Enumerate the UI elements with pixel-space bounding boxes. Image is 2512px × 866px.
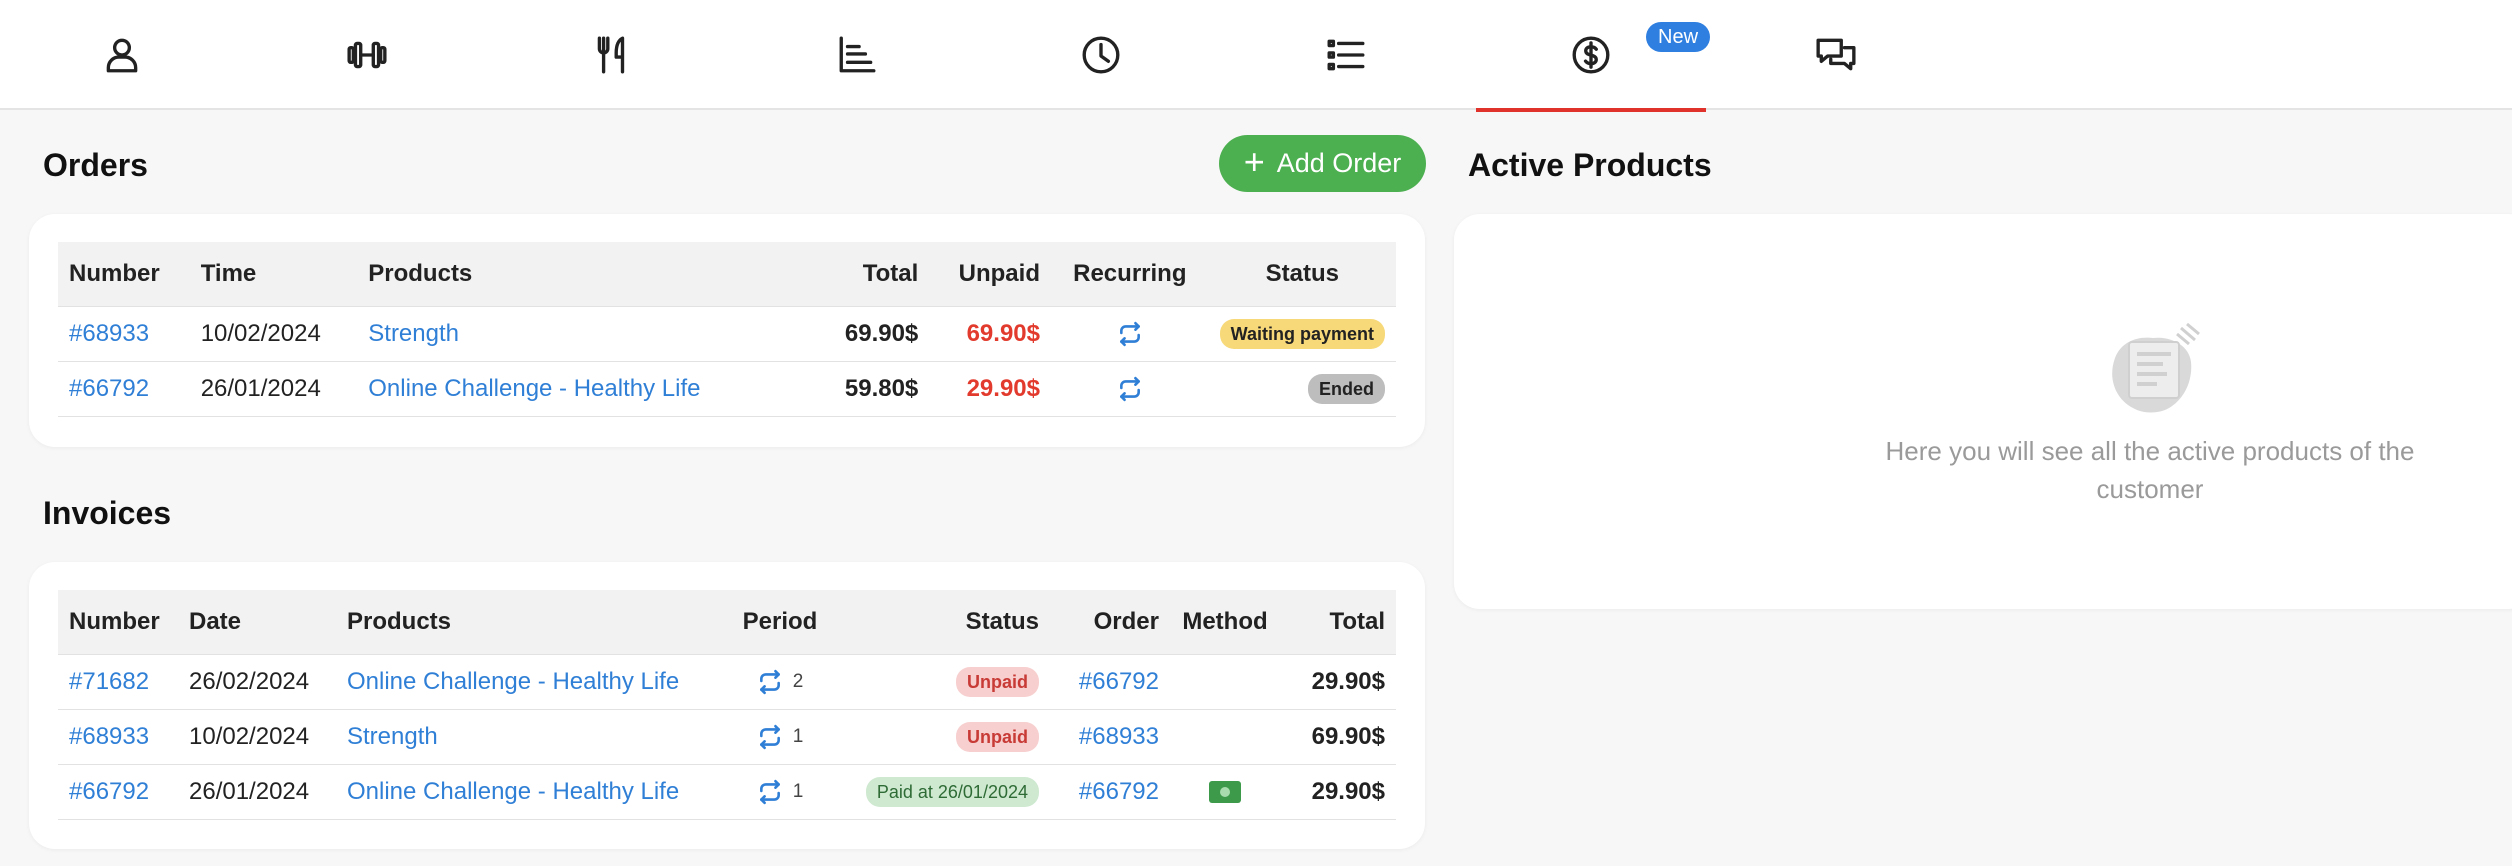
- method-cell: [1170, 764, 1280, 820]
- tab-lists[interactable]: [1231, 0, 1461, 110]
- col-unpaid: Unpaid: [929, 242, 1051, 307]
- order-unpaid: 29.90$: [929, 361, 1051, 417]
- table-row[interactable]: #68933 10/02/2024 Strength 69.90$ 69.90$…: [58, 306, 1396, 362]
- period-count: 1: [792, 726, 804, 748]
- period-cell: 2: [726, 654, 834, 710]
- cash-icon: [1209, 781, 1241, 804]
- col-number: Number: [58, 590, 178, 655]
- tab-workouts[interactable]: [252, 0, 482, 110]
- active-products-title: Active Products: [1468, 147, 1712, 183]
- method-cell: [1170, 709, 1280, 765]
- list-icon: [1327, 39, 1365, 71]
- invoice-number-link[interactable]: #71682: [69, 668, 149, 695]
- status-badge: Unpaid: [956, 666, 1039, 697]
- fork-knife-icon: [597, 36, 625, 74]
- tab-profile[interactable]: [7, 0, 237, 110]
- col-date: Date: [178, 590, 336, 655]
- order-link[interactable]: #66792: [1079, 668, 1159, 695]
- tab-nutrition[interactable]: [497, 0, 727, 110]
- product-link[interactable]: Online Challenge - Healthy Life: [368, 375, 700, 402]
- tab-billing[interactable]: [1476, 0, 1706, 112]
- invoice-number-link[interactable]: #66792: [69, 778, 149, 805]
- period-cell: 1: [726, 764, 834, 820]
- plus-icon: +: [1243, 141, 1265, 182]
- tab-messages[interactable]: [1721, 0, 1951, 110]
- dollar-circle-icon: [1572, 36, 1610, 74]
- order-time: 26/01/2024: [189, 361, 358, 417]
- order-total: 59.80$: [780, 361, 930, 417]
- dumbbell-icon: [347, 41, 387, 69]
- orders-table: Number Time Products Total Unpaid Recurr…: [58, 242, 1396, 417]
- chart-icon: [839, 36, 876, 73]
- orders-title: Orders: [43, 147, 148, 183]
- col-status: Status: [834, 590, 1050, 655]
- col-time: Time: [189, 242, 358, 307]
- order-unpaid: 69.90$: [929, 306, 1051, 362]
- chat-icon: [1816, 38, 1856, 71]
- active-products-card: [1454, 214, 2512, 609]
- invoice-total: 69.90$: [1280, 709, 1396, 765]
- new-badge: New: [1646, 22, 1711, 52]
- period-count: 2: [792, 671, 804, 693]
- col-period: Period: [726, 590, 834, 655]
- order-total: 69.90$: [780, 306, 930, 362]
- user-icon: [106, 38, 138, 73]
- order-link[interactable]: #68933: [1079, 723, 1159, 750]
- col-order: Order: [1050, 590, 1170, 655]
- order-number-link[interactable]: #66792: [69, 375, 149, 402]
- recurring-icon: [759, 780, 780, 805]
- tab-history[interactable]: [986, 0, 1216, 110]
- table-row[interactable]: #66792 26/01/2024 Online Challenge - Hea…: [58, 361, 1396, 417]
- col-recurring: Recurring: [1050, 242, 1209, 307]
- status-badge: Waiting payment: [1219, 318, 1385, 349]
- col-number: Number: [58, 242, 190, 307]
- invoice-number-link[interactable]: #68933: [69, 723, 149, 750]
- col-method: Method: [1170, 590, 1280, 655]
- top-navigation: New: [0, 0, 2512, 112]
- orders-header-row: Number Time Products Total Unpaid Recurr…: [58, 242, 1396, 307]
- invoice-date: 10/02/2024: [178, 709, 336, 765]
- recurring-icon: [1050, 361, 1209, 417]
- orders-card: Number Time Products Total Unpaid Recurr…: [29, 214, 1425, 447]
- order-link[interactable]: #66792: [1079, 778, 1159, 805]
- invoice-total: 29.90$: [1280, 654, 1396, 710]
- status-badge: Unpaid: [956, 721, 1039, 752]
- recurring-icon: [759, 725, 780, 750]
- status-badge: Paid at 26/01/2024: [865, 776, 1039, 807]
- table-row[interactable]: #66792 26/01/2024 Online Challenge - Hea…: [58, 764, 1396, 820]
- add-order-label: Add Order: [1276, 148, 1402, 178]
- table-row[interactable]: #68933 10/02/2024 Strength 1 Unpaid #689…: [58, 709, 1396, 765]
- recurring-icon: [1050, 306, 1209, 362]
- method-cell: [1170, 654, 1280, 710]
- order-time: 10/02/2024: [189, 306, 358, 362]
- col-total: Total: [780, 242, 930, 307]
- product-link[interactable]: Online Challenge - Healthy Life: [347, 778, 679, 805]
- clock-icon: [1082, 36, 1120, 74]
- tab-stats[interactable]: [742, 0, 972, 110]
- invoices-title: Invoices: [43, 495, 172, 531]
- invoices-card: Number Date Products Period Status Order…: [29, 562, 1425, 849]
- add-order-button[interactable]: + Add Order: [1219, 135, 1426, 192]
- order-number-link[interactable]: #68933: [69, 320, 149, 347]
- col-total: Total: [1280, 590, 1396, 655]
- status-badge: Ended: [1307, 373, 1385, 404]
- period-count: 1: [792, 781, 804, 803]
- product-link[interactable]: Strength: [347, 723, 438, 750]
- empty-products-illustration-icon: [2112, 322, 2200, 413]
- table-row[interactable]: #71682 26/02/2024 Online Challenge - Hea…: [58, 654, 1396, 710]
- invoices-header-row: Number Date Products Period Status Order…: [58, 590, 1396, 655]
- col-products: Products: [357, 242, 781, 307]
- col-products: Products: [336, 590, 726, 655]
- period-cell: 1: [726, 709, 834, 765]
- product-link[interactable]: Online Challenge - Healthy Life: [347, 668, 679, 695]
- product-link[interactable]: Strength: [368, 320, 459, 347]
- invoice-total: 29.90$: [1280, 764, 1396, 820]
- invoice-date: 26/01/2024: [178, 764, 336, 820]
- empty-products-text: Here you will see all the active product…: [1885, 436, 2415, 504]
- col-status: Status: [1208, 242, 1396, 307]
- recurring-icon: [759, 670, 780, 695]
- invoice-date: 26/02/2024: [178, 654, 336, 710]
- invoices-table: Number Date Products Period Status Order…: [58, 590, 1396, 820]
